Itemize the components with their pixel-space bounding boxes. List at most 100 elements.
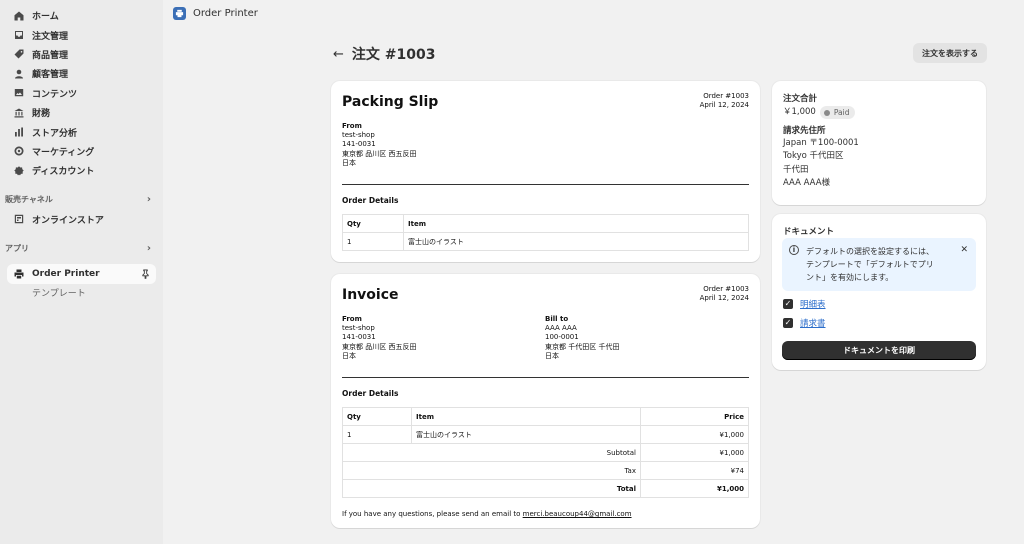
app-title: Order Printer [193, 7, 258, 19]
home-icon [14, 11, 24, 21]
sidebar-item-label: 財務 [32, 109, 51, 120]
invoice-option[interactable]: ✓ 請求書 [783, 317, 826, 329]
address-line: 100-0001 [545, 333, 579, 342]
chevron-right-icon: › [146, 243, 151, 255]
checkbox-checked[interactable]: ✓ [783, 318, 793, 328]
section-label: アプリ [5, 244, 29, 254]
table-header-row: Qty Item [342, 214, 749, 233]
status-badge-label: Paid [833, 108, 850, 117]
sidebar-item-orders[interactable]: 注文管理 [0, 25, 163, 44]
chevron-right-icon: › [146, 194, 151, 206]
sidebar-item-content[interactable]: コンテンツ [0, 84, 163, 103]
page-title: 注文 #1003 [351, 47, 436, 63]
sidebar-item-analytics[interactable]: ストア分析 [0, 122, 163, 141]
address-line: 東京都 千代田区 千代田 [545, 342, 620, 351]
order-date: April 12, 2024 [699, 101, 749, 109]
invoice-link[interactable]: 請求書 [800, 317, 826, 329]
sidebar-item-discounts[interactable]: ディスカウント [0, 161, 163, 180]
address-line: Japan 〒100-0001 [783, 137, 859, 148]
sidebar-item-label: コンテンツ [32, 89, 78, 100]
sidebar-item-marketing[interactable]: マーケティング [0, 142, 163, 161]
banner-text: テンプレートで「デフォルトでプリ [806, 260, 934, 269]
sidebar-item-label: 商品管理 [32, 50, 69, 61]
packing-slip-option[interactable]: ✓ 明細表 [783, 298, 826, 310]
sidebar-item-label: 注文管理 [32, 31, 69, 42]
subtotal-row: Subtotal ¥1,000 [342, 443, 749, 462]
sales-channels-heading[interactable]: 販売チャネル › [0, 191, 163, 209]
order-date: April 12, 2024 [699, 294, 749, 302]
total-label: Total [342, 479, 641, 498]
order-details-heading: Order Details [342, 196, 399, 205]
divider [342, 377, 749, 378]
sidebar-item-finance[interactable]: 財務 [0, 103, 163, 122]
print-documents-button[interactable]: ドキュメントを印刷 [782, 341, 976, 360]
sidebar-item-label: 顧客管理 [32, 70, 69, 81]
cell-qty: 1 [342, 232, 404, 251]
table-row: 1 富士山のイラスト ¥1,000 [342, 425, 749, 444]
sidebar-item-label: ストア分析 [32, 128, 78, 139]
col-item: Item [411, 407, 641, 426]
packing-slip-link[interactable]: 明細表 [800, 298, 826, 310]
apps-heading[interactable]: アプリ › [0, 240, 163, 258]
address-line: 千代田 [783, 164, 809, 175]
doc-meta: Order #1003 April 12, 2024 [700, 92, 749, 110]
sidebar-item-products[interactable]: 商品管理 [0, 45, 163, 64]
info-icon: i [789, 245, 799, 255]
view-order-button[interactable]: 注文を表示する [913, 43, 987, 63]
sidebar-item-templates[interactable]: テンプレート [0, 284, 163, 302]
back-arrow-icon[interactable]: ← [333, 47, 344, 62]
address-line: Tokyo 千代田区 [783, 151, 844, 162]
documents-card: ドキュメント i デフォルトの選択を設定するには、 テンプレートで「デフォルトで… [772, 214, 986, 370]
sidebar-item-order-printer[interactable]: Order Printer [7, 263, 156, 284]
invoice-preview: Invoice Order #1003 April 12, 2024 From … [331, 274, 760, 528]
store-icon [14, 214, 24, 224]
col-qty: Qty [342, 214, 404, 233]
address-line: 141-0031 [342, 333, 376, 342]
col-price: Price [640, 407, 749, 426]
table-row: 1 富士山のイラスト [342, 232, 749, 251]
address-line: 東京都 品川区 西五反田 [342, 342, 417, 351]
contact-email-link[interactable]: merci.beaucoup44@gmail.com [523, 510, 632, 518]
tag-icon [14, 49, 24, 59]
sidebar-item-home[interactable]: ホーム [0, 6, 163, 25]
sidebar-item-online-store[interactable]: オンラインストア [0, 210, 163, 229]
person-icon [14, 69, 24, 79]
order-number: Order #1003 [703, 92, 749, 100]
banner-text: デフォルトの選択を設定するには、 [806, 247, 934, 256]
app-topbar: Order Printer [163, 0, 1024, 26]
invoice-title: Invoice [342, 287, 399, 303]
from-label: From [342, 122, 362, 130]
address-line: AAA AAA [545, 324, 577, 333]
order-printer-logo-icon [173, 6, 186, 20]
tax-row: Tax ¥74 [342, 461, 749, 480]
pin-icon[interactable] [141, 269, 150, 279]
sidebar: ホーム 注文管理 商品管理 顧客管理 コンテンツ 財務 ストア分析 マーケティン… [0, 0, 163, 544]
order-number: Order #1003 [703, 285, 749, 293]
address-line: 141-0031 [342, 140, 376, 149]
bill-to-label: Bill to [545, 315, 569, 323]
from-address: From test-shop 141-0031 東京都 品川区 西五反田 日本 [342, 315, 416, 361]
sidebar-item-label: ディスカウント [32, 167, 95, 178]
address-line: test-shop [342, 131, 375, 140]
sidebar-item-label: ホーム [32, 12, 59, 23]
status-dot-icon [823, 109, 830, 116]
cell-price: ¥1,000 [640, 425, 749, 444]
invoice-items-table: Qty Item Price 1 富士山のイラスト ¥1,000 Subtota… [342, 407, 749, 498]
checkbox-checked[interactable]: ✓ [783, 299, 793, 309]
address-line: 日本 [545, 351, 559, 360]
from-address: From test-shop 141-0031 東京都 品川区 西五反田 日本 [342, 122, 416, 168]
address-line: 日本 [342, 158, 356, 167]
tax-value: ¥74 [640, 461, 749, 480]
close-icon[interactable]: ✕ [960, 244, 968, 257]
billing-address: Japan 〒100-0001 Tokyo 千代田区 千代田 AAA AAA様 [783, 137, 976, 191]
cell-qty: 1 [342, 425, 412, 444]
sidebar-item-customers[interactable]: 顧客管理 [0, 64, 163, 83]
bar-chart-icon [14, 127, 24, 137]
doc-meta: Order #1003 April 12, 2024 [700, 285, 749, 303]
billing-address-label: 請求先住所 [783, 125, 826, 136]
subtotal-label: Subtotal [342, 443, 641, 462]
col-item: Item [403, 214, 749, 233]
documents-label: ドキュメント [783, 227, 835, 237]
packing-items-table: Qty Item 1 富士山のイラスト [342, 214, 749, 251]
cell-item: 富士山のイラスト [411, 425, 641, 444]
